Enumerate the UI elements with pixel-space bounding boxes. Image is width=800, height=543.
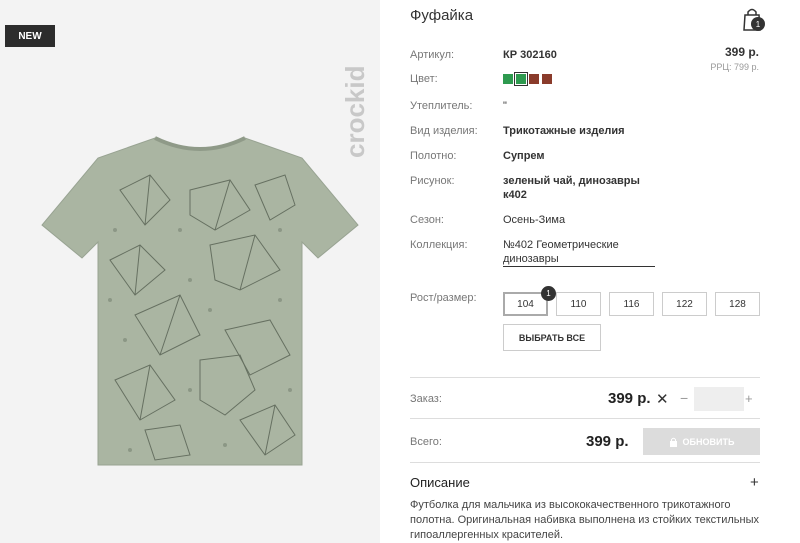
divider [410, 462, 760, 463]
increment-button[interactable]: + [745, 391, 753, 406]
color-swatches [503, 72, 552, 86]
rrp-price: РРЦ: 799 р. [710, 62, 759, 72]
lock-icon [669, 437, 677, 447]
season-value: Осень-Зима [503, 214, 566, 226]
select-all-button[interactable]: ВЫБРАТЬ ВСЕ [503, 324, 601, 351]
product-price: 399 р. [724, 45, 759, 59]
t-shirt-image [41, 136, 359, 466]
color-swatch[interactable] [503, 74, 513, 84]
order-label: Заказ: [410, 393, 442, 405]
insulation-value: " [503, 100, 507, 112]
size-option-128[interactable]: 128 [715, 292, 760, 316]
fabric-value: Супрем [503, 150, 545, 162]
total-price: 399 р. [586, 433, 629, 450]
color-swatch[interactable] [529, 74, 539, 84]
print-value-line2: к402 [503, 189, 527, 201]
divider [410, 377, 760, 378]
divider [410, 418, 760, 419]
collection-label: Коллекция: [410, 239, 468, 251]
size-option-110[interactable]: 110 [556, 292, 601, 316]
order-price: 399 р. [608, 390, 651, 407]
print-label: Рисунок: [410, 175, 455, 187]
sku-label: Артикул: [410, 49, 455, 61]
sku-value: КР 302160 [503, 49, 557, 61]
print-value: зеленый чай, динозавры [503, 175, 640, 187]
size-option-122[interactable]: 122 [662, 292, 707, 316]
quantity-input[interactable] [694, 387, 744, 411]
update-button-label: ОБНОВИТЬ [682, 436, 735, 447]
new-badge: NEW [5, 25, 55, 47]
type-value: Трикотажные изделия [503, 125, 625, 137]
color-swatch[interactable] [542, 74, 552, 84]
collection-link-line2[interactable]: динозавры [503, 253, 559, 265]
update-button[interactable]: ОБНОВИТЬ [643, 428, 760, 455]
type-label: Вид изделия: [410, 125, 478, 137]
expand-icon[interactable]: + [750, 474, 759, 491]
product-photo[interactable]: NEW crockid [0, 0, 380, 543]
remove-icon[interactable]: ✕ [656, 390, 669, 408]
collection-underline [503, 266, 655, 267]
product-title: Фуфайка [410, 7, 474, 24]
collection-link[interactable]: №402 Геометрические [503, 239, 619, 251]
total-label: Всего: [410, 436, 442, 448]
color-swatch-selected[interactable] [514, 72, 528, 86]
size-count-badge: 1 [541, 286, 556, 301]
insulation-label: Утеплитель: [410, 100, 473, 112]
size-option-116[interactable]: 116 [609, 292, 654, 316]
size-label: Рост/размер: [410, 292, 477, 304]
decrement-button[interactable]: − [680, 390, 688, 406]
season-label: Сезон: [410, 214, 444, 226]
description-title[interactable]: Описание [410, 475, 470, 490]
cart-count-badge: 1 [751, 17, 765, 31]
description-text: Футболка для мальчика из высококачествен… [410, 499, 759, 541]
color-label: Цвет: [410, 73, 438, 85]
fabric-label: Полотно: [410, 150, 457, 162]
